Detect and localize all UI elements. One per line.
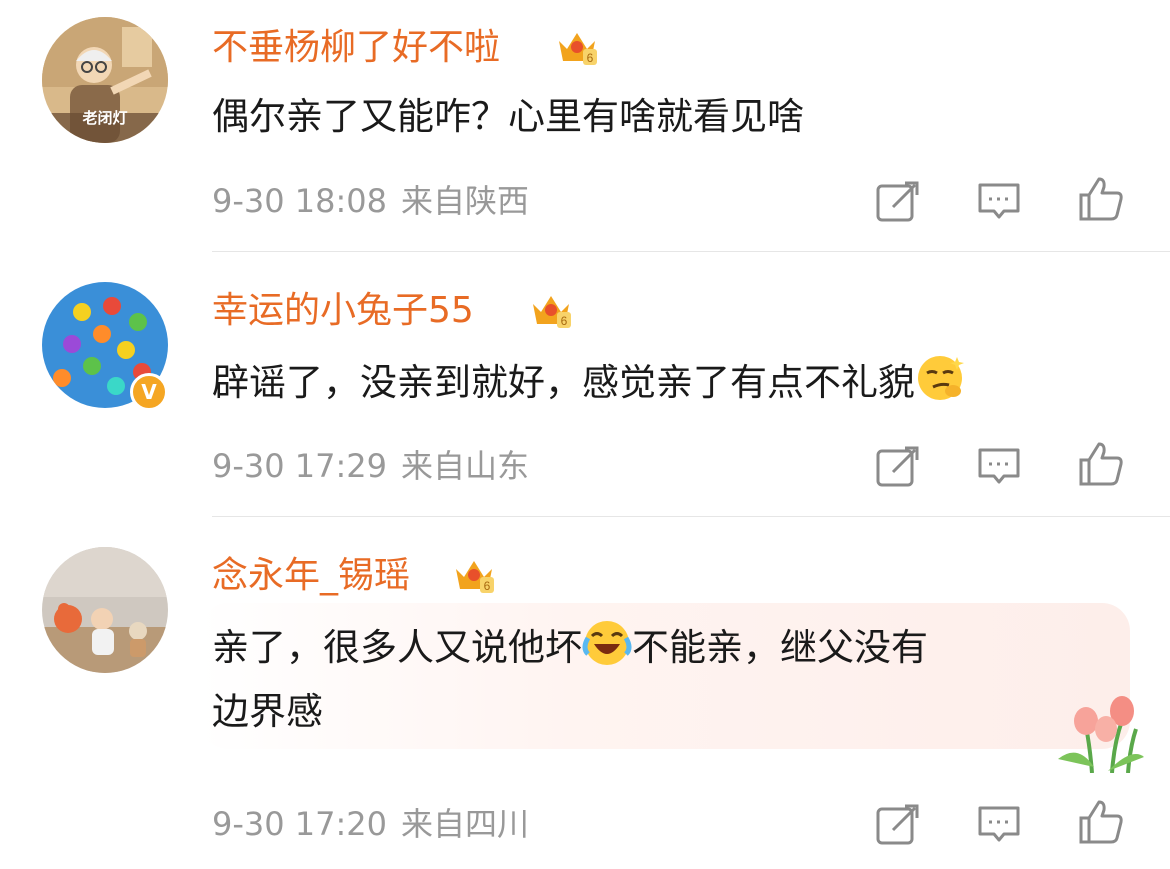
comment-date: 9-30 17:29: [212, 447, 388, 485]
like-icon[interactable]: [1077, 440, 1125, 488]
comment-meta: 9-30 17:20 来自四川: [212, 804, 543, 844]
avatar[interactable]: 老闭灯: [42, 17, 168, 143]
comment-text-body: 辟谣了，没亲到就好，感觉亲了有点不礼貌: [212, 361, 915, 404]
comment-icon[interactable]: [975, 442, 1023, 490]
comment-date: 9-30 18:08: [212, 182, 388, 220]
comment-text-part: 不能亲，继父没有: [632, 626, 928, 669]
comment-meta: 9-30 18:08 来自陕西: [212, 181, 543, 221]
comment-meta: 9-30 17:29 来自山东: [212, 446, 543, 486]
share-icon[interactable]: [873, 177, 921, 225]
comment-text-part: 亲了，很多人又说他坏: [212, 626, 582, 669]
username[interactable]: 念永年_锡瑶: [212, 554, 410, 598]
comment-item: 念永年_锡瑶 6 亲了，很多人又说他坏 不能亲，继父没有 边界感 9-30 17…: [0, 517, 1170, 869]
comment-icon[interactable]: [975, 177, 1023, 225]
comment-text-line2: 边界感: [212, 690, 323, 733]
username[interactable]: 不垂杨柳了好不啦: [212, 26, 500, 70]
like-icon[interactable]: [1077, 175, 1125, 223]
comment-item: 老闭灯 不垂杨柳了好不啦 6 偶尔亲了又能咋？心里有啥就看见啥 9-30 18:…: [0, 0, 1170, 252]
crown-icon: 6: [559, 33, 597, 65]
crown-level: 6: [484, 579, 491, 593]
comment-location: 来自四川: [401, 805, 530, 843]
crown-level: 6: [561, 314, 568, 328]
crown-level: 6: [587, 51, 594, 65]
avatar[interactable]: [42, 547, 168, 673]
comment-text: 辟谣了，没亲到就好，感觉亲了有点不礼貌: [212, 353, 965, 412]
laugh-cry-emoji: [582, 621, 632, 665]
comment-icon[interactable]: [975, 800, 1023, 848]
verified-badge: V: [130, 373, 168, 411]
crown-icon: 6: [456, 561, 494, 593]
share-icon[interactable]: [873, 442, 921, 490]
comment-location: 来自山东: [401, 447, 530, 485]
comment-date: 9-30 17:20: [212, 805, 388, 843]
username[interactable]: 幸运的小兔子55: [212, 289, 474, 333]
crown-icon: 6: [533, 296, 571, 328]
tulip-decoration: [1058, 696, 1144, 773]
avatar-caption: 老闭灯: [82, 109, 128, 127]
smirk-emoji: [918, 356, 964, 400]
comment-location: 来自陕西: [401, 182, 530, 220]
comment-item: V 幸运的小兔子55 6 辟谣了，没亲到就好，感觉亲了有点不礼貌 9-30 17…: [0, 252, 1170, 517]
comment-text: 偶尔亲了又能咋？心里有啥就看见啥: [212, 95, 804, 138]
comment-text: 亲了，很多人又说他坏 不能亲，继父没有: [212, 618, 928, 677]
like-icon[interactable]: [1077, 798, 1125, 846]
share-icon[interactable]: [873, 800, 921, 848]
